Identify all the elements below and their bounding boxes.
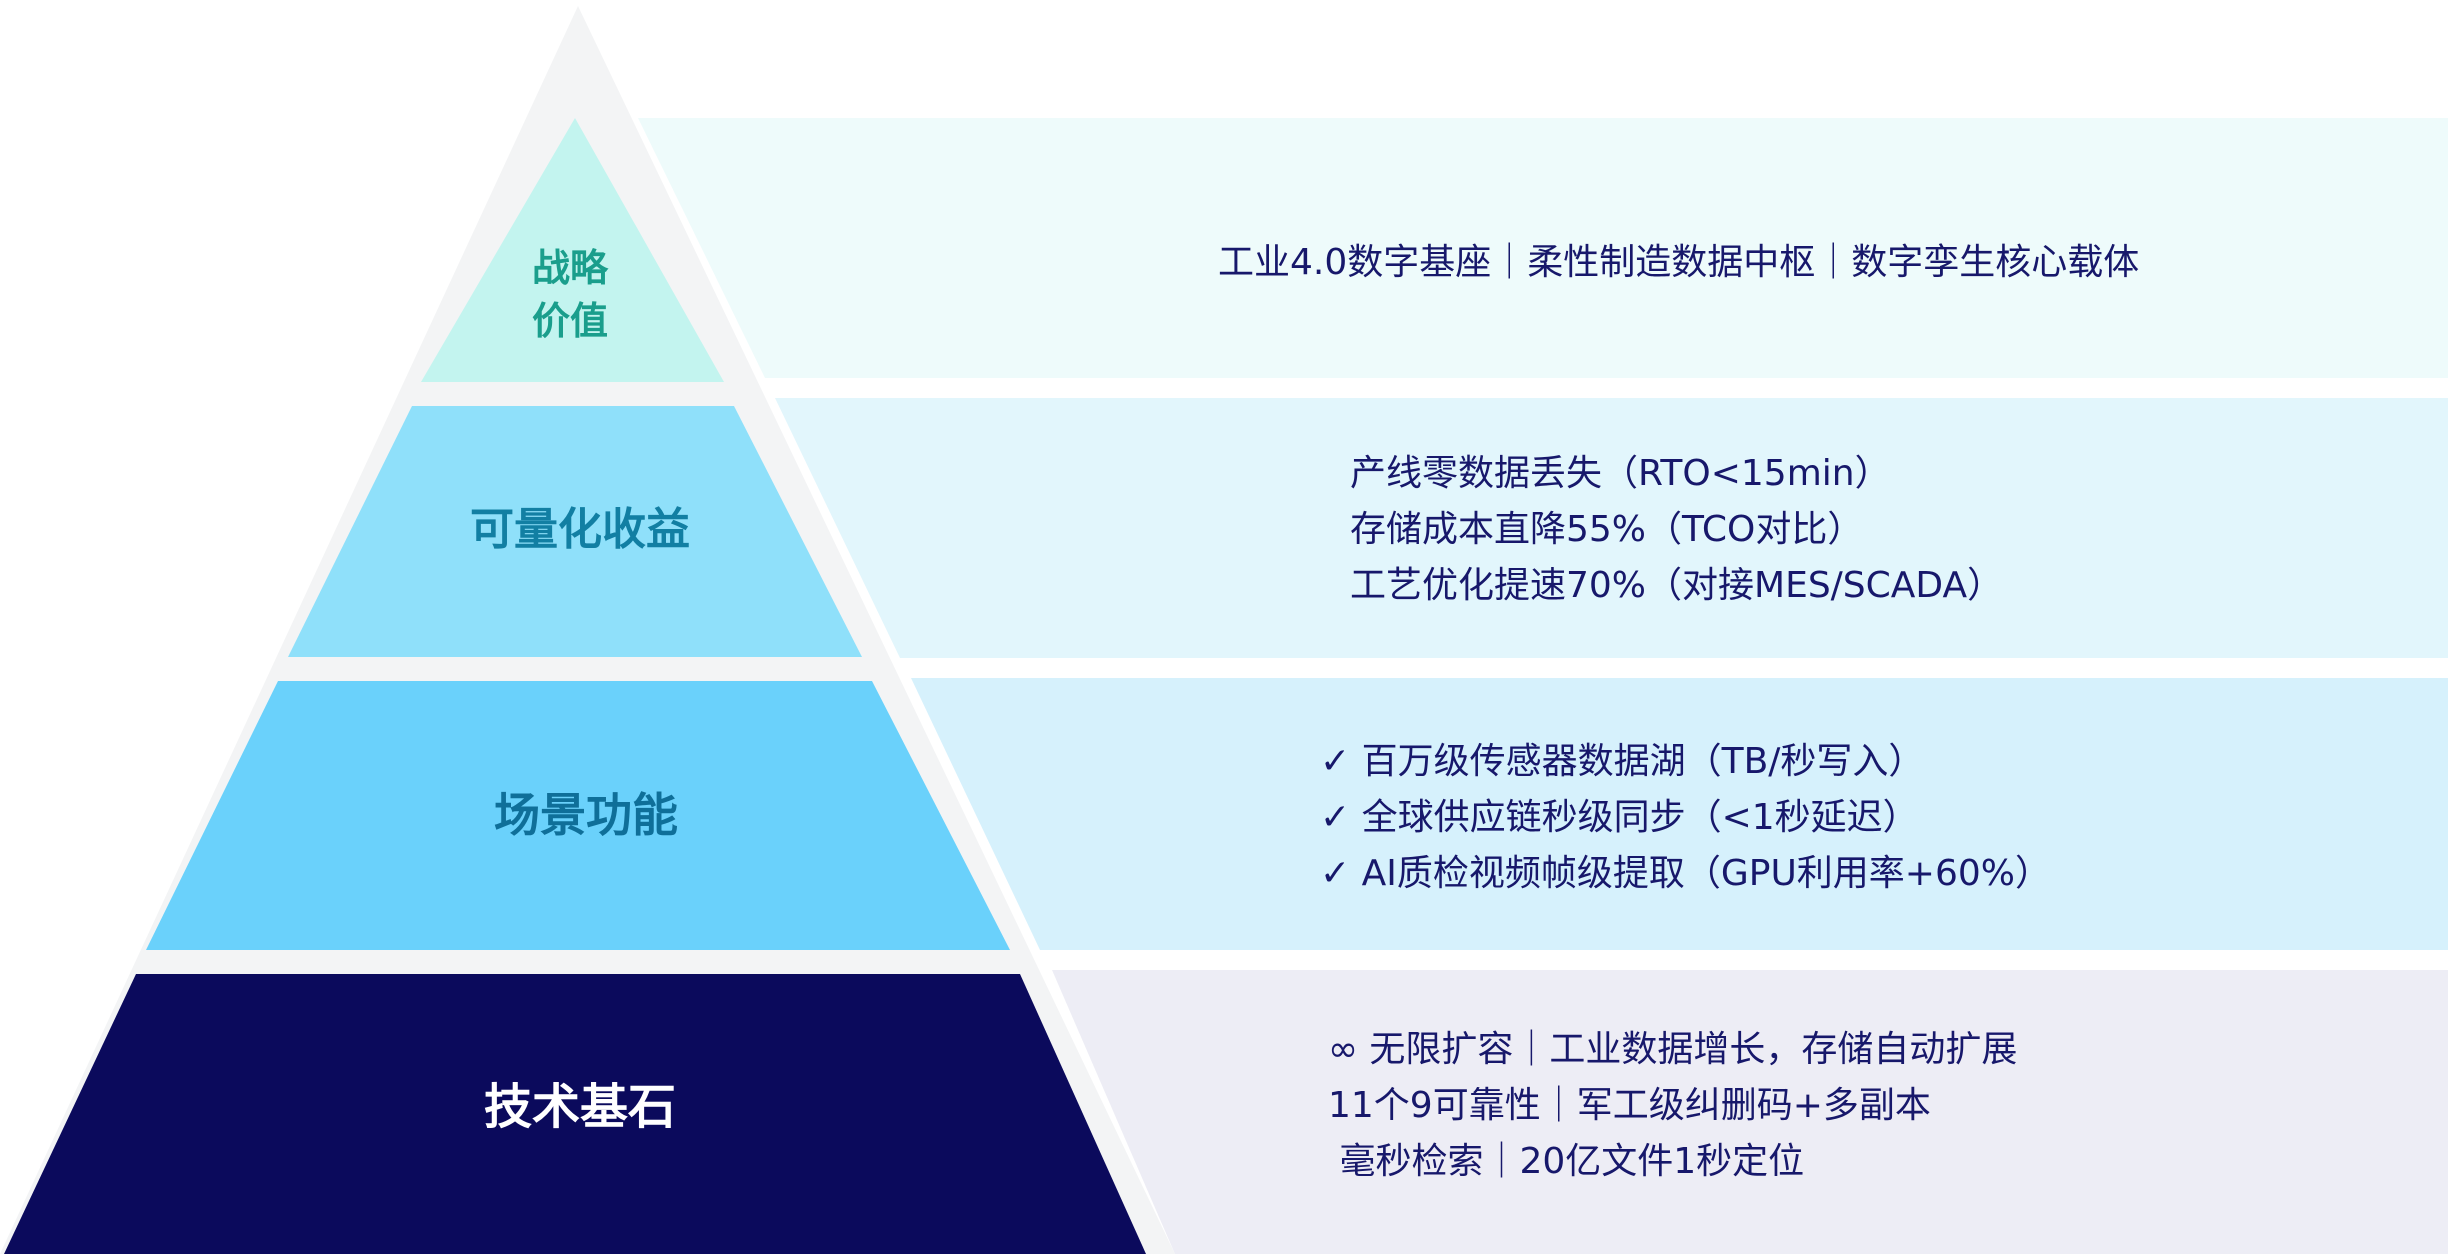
tier-2-line: 产线零数据丢失（RTO<15min） [1350, 453, 1891, 494]
tier-3-line: ✓ 百万级传感器数据湖（TB/秒写入） [1320, 741, 1925, 782]
tier-2-description: 产线零数据丢失（RTO<15min） 存储成本直降55%（TCO对比） 工艺优化… [1350, 446, 2003, 614]
tier-4-line: ∞ 无限扩容｜工业数据增长，存储自动扩展 [1328, 1029, 2018, 1070]
tier-2-label: 可量化收益 [470, 504, 690, 556]
tier-3-line: ✓ AI质检视频帧级提取（GPU利用率+60%） [1320, 853, 2051, 894]
tier-1-line: 工业4.0数字基座｜柔性制造数据中枢｜数字孪生核心载体 [1218, 242, 2140, 283]
tier-1-description: 工业4.0数字基座｜柔性制造数据中枢｜数字孪生核心载体 [1218, 235, 2139, 291]
tier-3-description: ✓ 百万级传感器数据湖（TB/秒写入） ✓ 全球供应链秒级同步（<1秒延迟） ✓… [1320, 734, 2051, 902]
tier-1-label: 战略 价值 [531, 245, 608, 343]
tier-3-line: ✓ 全球供应链秒级同步（<1秒延迟） [1320, 797, 1919, 838]
tier-3-label: 场景功能 [494, 787, 678, 842]
tier-2-line: 存储成本直降55%（TCO对比） [1350, 509, 1864, 550]
tier-4-line: 11个9可靠性｜军工级纠删码+多副本 [1328, 1085, 1931, 1126]
tier-2-line: 工艺优化提速70%（对接MES/SCADA） [1350, 565, 2004, 606]
pyramid-diagram [0, 6, 2448, 1254]
tier-4-label: 技术基石 [483, 1079, 676, 1136]
tier-4-line: 毫秒检索｜20亿文件1秒定位 [1328, 1141, 1805, 1182]
tier-4-description: ∞ 无限扩容｜工业数据增长，存储自动扩展 11个9可靠性｜军工级纠删码+多副本 … [1328, 1022, 2017, 1190]
